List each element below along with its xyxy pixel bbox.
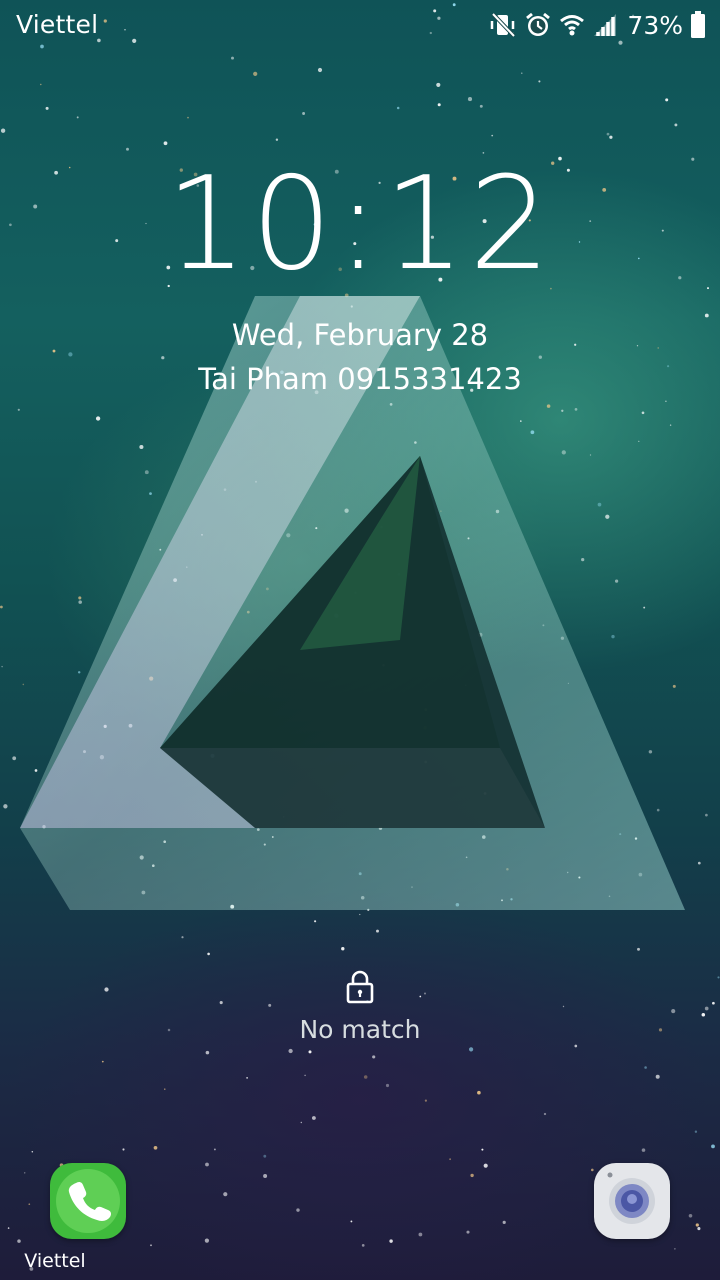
unlock-status-text: No match	[299, 1015, 421, 1044]
wifi-icon	[559, 12, 585, 38]
alarm-icon	[524, 11, 552, 39]
phone-shortcut-label: Viettel	[24, 1250, 86, 1272]
camera-shortcut-button[interactable]	[594, 1163, 670, 1239]
vibrate-mute-icon	[489, 12, 517, 38]
battery-percent: 73%	[627, 10, 683, 40]
status-icons: 73%	[489, 8, 706, 42]
carrier-name: Viettel	[16, 10, 99, 39]
lock-icon	[346, 970, 374, 1004]
lock-date: Wed, February 28	[231, 318, 489, 352]
owner-info: Tai Pham 0915331423	[198, 362, 522, 396]
status-bar: Viettel 73%	[0, 0, 720, 50]
lock-clock: 10:12	[165, 150, 555, 299]
camera-icon	[594, 1172, 670, 1243]
phone-icon	[56, 1169, 120, 1233]
phone-shortcut-button[interactable]	[50, 1163, 126, 1239]
signal-icon	[592, 12, 618, 38]
battery-icon	[690, 11, 706, 39]
unlock-indicator	[310, 970, 410, 1010]
